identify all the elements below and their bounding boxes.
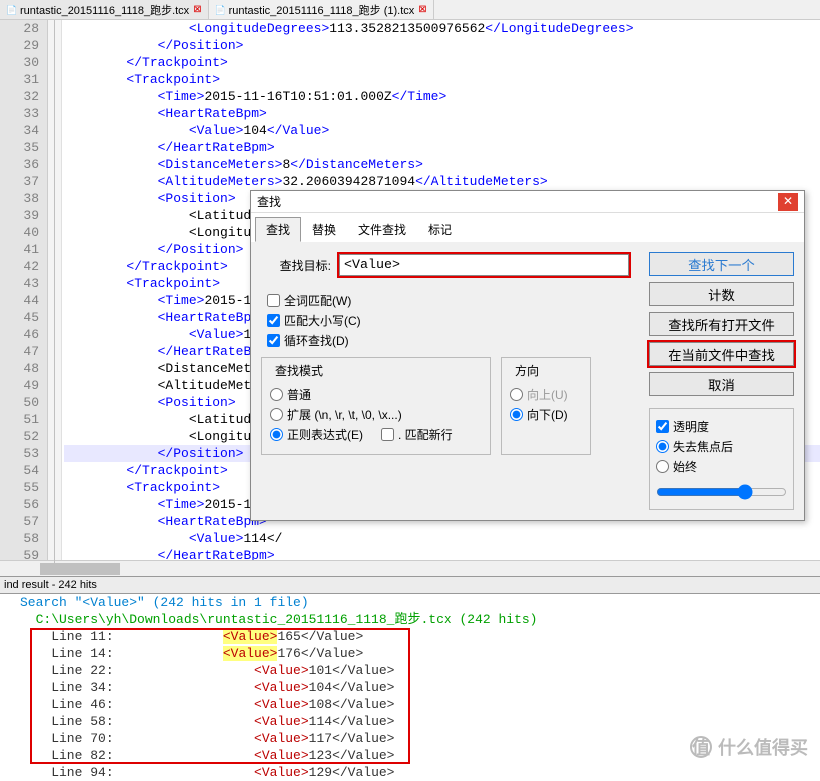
highlight-box: [337, 252, 631, 278]
tab-files[interactable]: 文件查找: [347, 217, 417, 242]
wrap-around-checkbox[interactable]: 循环查找(D): [267, 332, 639, 349]
watermark-icon: 值: [690, 736, 712, 758]
tab-find[interactable]: 查找: [255, 217, 301, 242]
cancel-button[interactable]: 取消: [649, 372, 794, 396]
watermark-text: 什么值得买: [718, 734, 808, 760]
close-icon[interactable]: ✕: [778, 193, 798, 211]
whole-word-checkbox[interactable]: 全词匹配(W): [267, 292, 639, 309]
close-icon[interactable]: ⊠: [193, 4, 201, 15]
tab-label: runtastic_20151116_1118_跑步.tcx: [20, 2, 189, 18]
count-button[interactable]: 计数: [649, 282, 794, 306]
mode-normal-radio[interactable]: 普通: [270, 386, 482, 403]
file-tab-1[interactable]: 📄 runtastic_20151116_1118_跑步.tcx ⊠: [0, 0, 209, 19]
search-target-label: 查找目标:: [261, 257, 331, 274]
results-panel-title: ind result - 242 hits: [0, 576, 820, 594]
search-mode-group: 查找模式 普通 扩展 (\n, \r, \t, \0, \x...) 正则表达式…: [261, 357, 491, 455]
line-number-gutter: 2829303132333435363738394041424344454647…: [0, 20, 48, 560]
tab-mark[interactable]: 标记: [417, 217, 463, 242]
tab-label: runtastic_20151116_1118_跑步 (1).tcx: [229, 2, 415, 18]
close-icon[interactable]: ⊠: [418, 4, 426, 15]
scrollbar-thumb[interactable]: [40, 563, 120, 575]
mode-regex-radio[interactable]: 正则表达式(E) . 匹配新行: [270, 426, 482, 443]
mode-extended-radio[interactable]: 扩展 (\n, \r, \t, \0, \x...): [270, 406, 482, 423]
match-case-checkbox[interactable]: 匹配大小写(C): [267, 312, 639, 329]
horizontal-scrollbar[interactable]: [0, 560, 820, 576]
trans-blur-radio[interactable]: 失去焦点后: [656, 438, 787, 455]
file-icon: 📄: [215, 5, 225, 15]
file-tab-2[interactable]: 📄 runtastic_20151116_1118_跑步 (1).tcx ⊠: [209, 0, 434, 19]
find-next-button[interactable]: 查找下一个: [649, 252, 794, 276]
find-dialog: 查找 ✕ 查找 替换 文件查找 标记 查找目标: 全词匹配(W) 匹配大小写(C…: [250, 190, 805, 521]
search-input[interactable]: [339, 254, 629, 276]
direction-down-radio[interactable]: 向下(D): [510, 406, 582, 423]
direction-group: 方向 向上(U) 向下(D): [501, 357, 591, 455]
file-tabs-bar: 📄 runtastic_20151116_1118_跑步.tcx ⊠ 📄 run…: [0, 0, 820, 20]
find-all-open-button[interactable]: 查找所有打开文件: [649, 312, 794, 336]
transparency-slider[interactable]: [656, 484, 787, 500]
file-icon: 📄: [6, 5, 16, 15]
find-in-current-button[interactable]: 在当前文件中查找: [649, 342, 794, 366]
transparency-group: 透明度 失去焦点后 始终: [649, 408, 794, 510]
dialog-titlebar[interactable]: 查找 ✕: [251, 191, 804, 213]
fold-column: [48, 20, 62, 560]
match-newline-checkbox[interactable]: [381, 428, 394, 441]
trans-always-radio[interactable]: 始终: [656, 458, 787, 475]
transparency-checkbox[interactable]: 透明度: [656, 418, 787, 435]
watermark: 值 什么值得买: [690, 734, 808, 760]
dialog-title: 查找: [257, 193, 281, 210]
dialog-tabs: 查找 替换 文件查找 标记: [251, 213, 804, 242]
direction-up-radio[interactable]: 向上(U): [510, 386, 582, 403]
options-group: 全词匹配(W) 匹配大小写(C) 循环查找(D): [267, 292, 639, 349]
tab-replace[interactable]: 替换: [301, 217, 347, 242]
